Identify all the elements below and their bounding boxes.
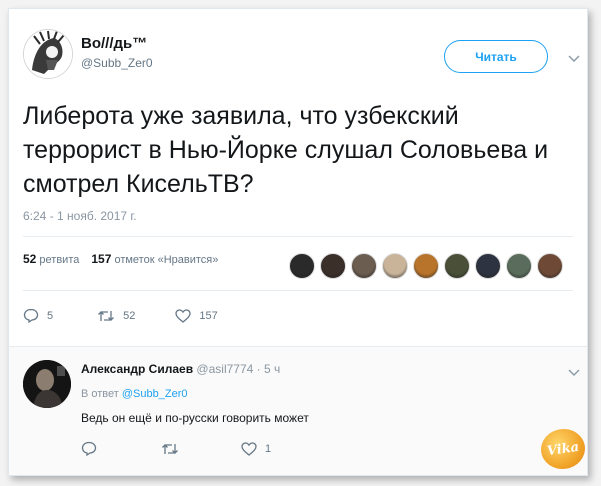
reply-reply-action[interactable] (81, 441, 97, 456)
reply-author: Александр Силаев @asil7774 · 5 ч (81, 362, 280, 376)
reply-avatar[interactable] (23, 360, 71, 408)
reply-action[interactable]: 5 (23, 308, 53, 323)
likes-label: отметок «Нравится» (114, 254, 219, 266)
reply-tweet: Александр Силаев @asil7774 · 5 ч В ответ… (9, 346, 587, 475)
tweet-text: Либерота уже заявила, что узбекский терр… (23, 102, 549, 198)
chevron-down-icon[interactable] (567, 52, 581, 66)
reply-icon (81, 441, 97, 456)
liker-avatar[interactable] (413, 253, 439, 279)
tweet-actions: 5 52 157 (23, 308, 218, 323)
liker-avatar[interactable] (351, 253, 377, 279)
reply-age[interactable]: · 5 ч (257, 362, 281, 376)
reply-text: Ведь он ещё и по-русски говорить может (81, 411, 309, 425)
reply-count: 5 (47, 309, 54, 322)
like-action[interactable]: 157 (175, 308, 218, 323)
tweet-card: Во///дь™ @Subb_Zer0 Читать Либерота уже … (8, 8, 588, 476)
retweet-icon (161, 442, 179, 456)
liker-avatar[interactable] (289, 253, 315, 279)
reply-like-count: 1 (265, 442, 272, 455)
reply-retweet-action[interactable] (161, 442, 179, 456)
reply-handle[interactable]: @asil7774 (196, 362, 253, 376)
retweet-action[interactable]: 52 (97, 309, 135, 323)
liker-avatar[interactable] (506, 253, 532, 279)
profile-avatar[interactable] (23, 29, 73, 79)
follow-button[interactable]: Читать (444, 40, 548, 73)
reply-actions: 1 (81, 441, 271, 456)
tweet-timestamp[interactable]: 6:24 - 1 нояб. 2017 г. (23, 209, 137, 223)
heart-icon (175, 308, 192, 323)
retweet-icon (97, 309, 115, 323)
engagement-stats: 52 ретвита 157 отметок «Нравится» (23, 252, 218, 266)
retweets-stat[interactable]: 52 ретвита (23, 252, 80, 266)
retweets-label: ретвита (39, 254, 80, 266)
divider (23, 290, 573, 291)
retweets-count: 52 (23, 252, 37, 266)
liker-avatar[interactable] (382, 253, 408, 279)
liker-avatar[interactable] (475, 253, 501, 279)
liker-avatar[interactable] (320, 253, 346, 279)
likes-count: 157 (91, 252, 112, 266)
reply-to-mention[interactable]: @Subb_Zer0 (122, 388, 188, 400)
reply-to-line: В ответ @Subb_Zer0 (81, 388, 187, 400)
likers-avatars (289, 253, 563, 279)
liker-avatar[interactable] (537, 253, 563, 279)
retweet-count: 52 (123, 309, 136, 322)
like-count: 157 (199, 309, 218, 322)
user-handle[interactable]: @Subb_Zer0 (81, 56, 153, 70)
likes-stat[interactable]: 157 отметок «Нравится» (91, 252, 219, 266)
chevron-down-icon[interactable] (567, 366, 581, 380)
reply-display-name[interactable]: Александр Силаев (81, 362, 193, 376)
divider (23, 236, 573, 237)
heart-icon (241, 441, 257, 456)
reply-like-action[interactable]: 1 (241, 441, 272, 456)
display-name[interactable]: Во///дь™ (81, 35, 147, 52)
reply-to-prefix: В ответ (81, 388, 119, 400)
liker-avatar[interactable] (444, 253, 470, 279)
reply-icon (23, 308, 39, 323)
divider (9, 346, 587, 347)
